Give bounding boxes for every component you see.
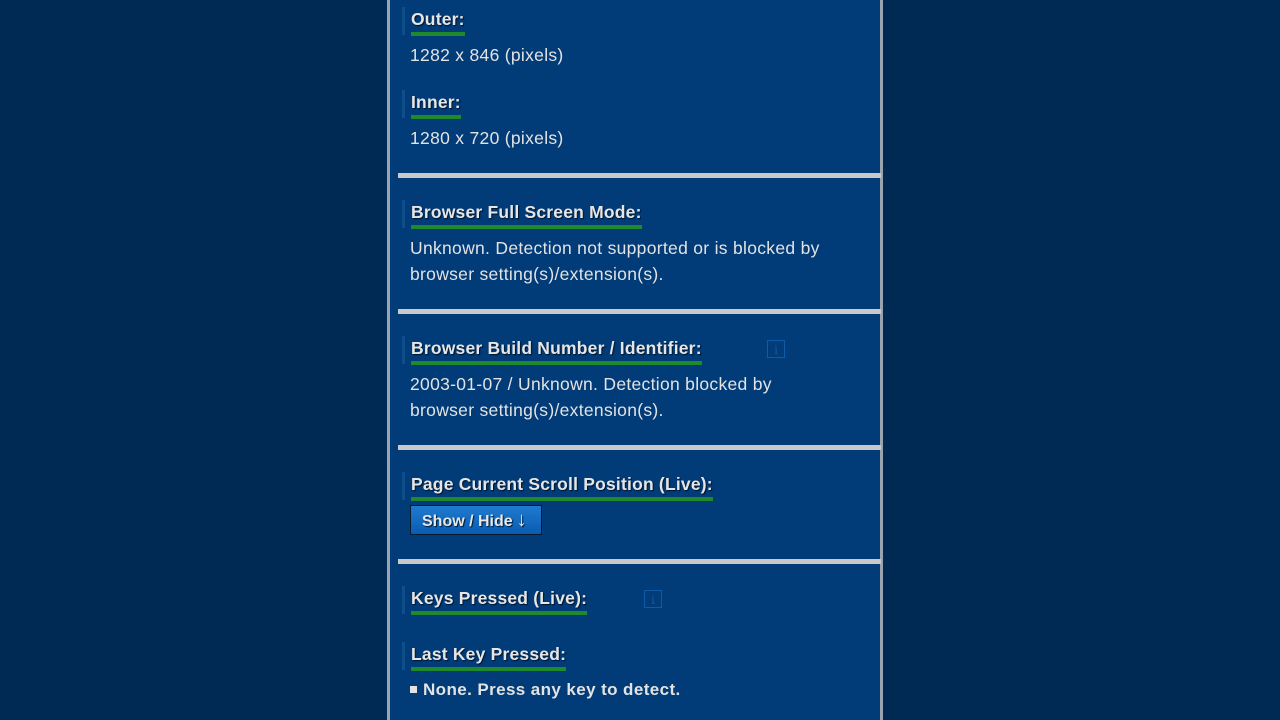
arrow-down-icon: ↓ [516,509,527,531]
scroll-label-wrap: Page Current Scroll Position (Live): [402,472,713,501]
fullscreen-label-wrap: Browser Full Screen Mode: [402,200,642,229]
last-key-label: Last Key Pressed: [411,643,567,671]
fullscreen-value-line2: browser setting(s)/extension(s). [410,264,664,284]
build-value-line1: 2003-01-07 / Unknown. Detection blocked … [410,374,772,394]
last-key-value: None. Press any key to detect. [423,680,681,699]
separator [398,309,881,314]
outer-label-wrap: Outer: [402,7,465,36]
outer-value: 1282 x 846 (pixels) [410,45,564,65]
keys-label: Keys Pressed (Live): [411,587,588,615]
separator [398,559,881,564]
info-panel: Outer: 1282 x 846 (pixels) Inner: 1280 x… [387,0,883,720]
fullscreen-label: Browser Full Screen Mode: [411,201,642,229]
info-icon[interactable]: i [644,590,662,608]
build-value-line2: browser setting(s)/extension(s). [410,400,664,420]
keys-label-wrap: Keys Pressed (Live): [402,586,588,615]
build-label-wrap: Browser Build Number / Identifier: [402,336,702,365]
separator [398,445,881,450]
inner-value: 1280 x 720 (pixels) [410,128,564,148]
show-hide-button[interactable]: Show / Hide ↓ [410,505,542,535]
separator [398,173,881,178]
bullet-icon [410,686,417,693]
fullscreen-value-line1: Unknown. Detection not supported or is b… [410,238,820,258]
scroll-label: Page Current Scroll Position (Live): [411,473,713,501]
inner-label: Inner: [411,91,461,119]
outer-label: Outer: [411,8,465,36]
build-label: Browser Build Number / Identifier: [411,337,702,365]
info-icon[interactable]: i [767,340,785,358]
show-hide-button-label: Show / Hide [422,513,513,530]
inner-label-wrap: Inner: [402,90,461,119]
last-key-label-wrap: Last Key Pressed: [402,642,567,671]
